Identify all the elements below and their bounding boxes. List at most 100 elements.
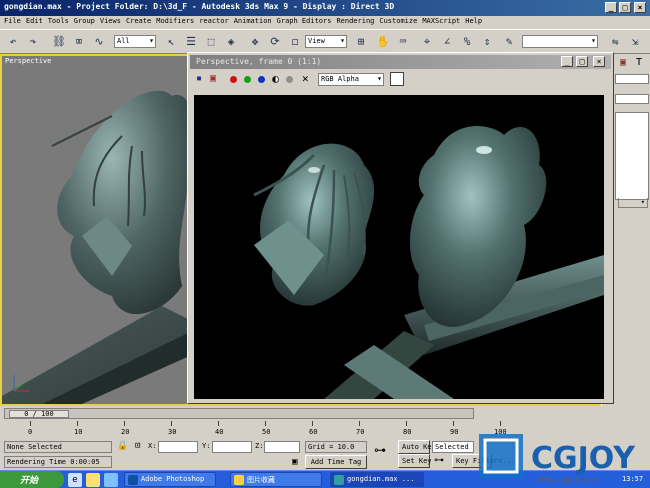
menu-animation[interactable]: Animation <box>234 17 272 28</box>
menu-file[interactable]: File <box>4 17 21 28</box>
modifier-list-dropdown[interactable] <box>615 94 649 104</box>
rotate-icon[interactable]: ⟳ <box>266 33 284 51</box>
viewport-label[interactable]: Perspective <box>5 57 51 65</box>
alpha-channel-icon[interactable] <box>272 76 279 83</box>
select-by-name-icon[interactable]: ☰ <box>182 33 200 51</box>
menu-modifiers[interactable]: Modifiers <box>156 17 194 28</box>
menu-maxscript[interactable]: MAXScript <box>422 17 460 28</box>
rendered-scene <box>253 126 604 399</box>
menu-tools[interactable]: Tools <box>48 17 69 28</box>
menu-customize[interactable]: Customize <box>379 17 417 28</box>
menu-views[interactable]: Views <box>100 17 121 28</box>
task-3dsmax[interactable]: gongdian.max ... <box>330 472 424 487</box>
tick-label: 70 <box>356 428 365 436</box>
spinner-snap-icon[interactable]: ⇕ <box>478 33 496 51</box>
selection-filter-dropdown[interactable]: All <box>114 35 156 48</box>
key-mode-icon[interactable]: ⊶ <box>374 443 386 457</box>
ref-coord-dropdown[interactable]: View <box>305 35 347 48</box>
tick-label: 50 <box>262 428 271 436</box>
task-picture-folder[interactable]: 图片收藏 <box>230 472 322 487</box>
display-icon[interactable]: ▣ <box>616 56 630 70</box>
menu-graph-editors[interactable]: Graph Editors <box>277 17 332 28</box>
lock-icon[interactable]: 🔒 <box>117 441 128 451</box>
menu-rendering[interactable]: Rendering <box>336 17 374 28</box>
x-coordinate-field[interactable] <box>158 441 198 453</box>
red-channel-icon[interactable] <box>230 76 237 83</box>
channel-dropdown[interactable]: RGB Alpha <box>318 73 384 86</box>
selection-region-icon[interactable]: ⬚ <box>202 33 220 51</box>
menu-help[interactable]: Help <box>465 17 482 28</box>
time-tag-icon: ▣ <box>292 457 298 467</box>
auto-key-button[interactable]: Auto Key <box>398 440 436 454</box>
green-channel-icon[interactable] <box>244 76 251 83</box>
menu-bar: File Edit Tools Group Views Create Modif… <box>0 16 650 29</box>
folder-quicklaunch-icon[interactable] <box>86 473 100 487</box>
photoshop-icon <box>128 475 138 485</box>
blue-channel-icon[interactable] <box>258 76 265 83</box>
unlink-icon[interactable]: ⌧ <box>70 33 88 51</box>
absolute-mode-icon[interactable]: ⊡ <box>135 441 140 451</box>
named-selection-sets-dropdown[interactable] <box>522 35 598 48</box>
time-slider[interactable]: 0 / 100 <box>4 408 474 419</box>
window-crossing-icon[interactable]: ◈ <box>222 33 240 51</box>
task-label: gongdian.max ... <box>347 475 415 483</box>
snaps-toggle-icon[interactable]: ⌖ <box>418 33 436 51</box>
menu-create[interactable]: Create <box>126 17 151 28</box>
bind-space-warp-icon[interactable]: ∿ <box>90 33 108 51</box>
named-selection-icon[interactable]: ✎ <box>500 33 518 51</box>
object-name-field[interactable] <box>615 74 649 84</box>
select-manipulate-icon[interactable]: ✋ <box>374 33 392 51</box>
select-object-icon[interactable]: ↖ <box>162 33 180 51</box>
redo-icon[interactable]: ↷ <box>24 33 42 51</box>
set-key-button[interactable]: Set Key <box>398 454 432 468</box>
rfw-minimize-button[interactable]: _ <box>561 56 573 67</box>
undo-icon[interactable]: ↶ <box>4 33 22 51</box>
move-icon[interactable]: ✥ <box>246 33 264 51</box>
start-label: 开始 <box>20 476 39 486</box>
clear-icon[interactable]: ✕ <box>302 72 309 86</box>
modifier-stack-list[interactable] <box>615 112 649 200</box>
angle-snap-icon[interactable]: ∠ <box>438 33 456 51</box>
stack-scroll-arrow-icon[interactable]: ▾ <box>618 198 648 208</box>
close-button[interactable]: × <box>634 2 646 13</box>
utilities-icon[interactable]: T <box>632 56 646 70</box>
y-coordinate-field[interactable] <box>212 441 252 453</box>
start-button[interactable]: 开始 <box>0 471 64 488</box>
rfw-maximize-button[interactable]: □ <box>576 56 588 67</box>
menu-edit[interactable]: Edit <box>26 17 43 28</box>
rendered-frame-title: Perspective, frame 0 (1:1) <box>196 57 322 66</box>
add-time-tag-button[interactable]: Add Time Tag <box>305 455 367 469</box>
clone-frame-icon[interactable]: ▣ <box>210 73 222 85</box>
time-slider-thumb[interactable]: 0 / 100 <box>9 410 69 418</box>
set-keys-icon[interactable]: ⊶ <box>434 454 448 468</box>
track-bar[interactable]: 0 10 20 30 40 50 60 70 80 90 100 <box>4 421 507 439</box>
title-bar: gongdian.max - Project Folder: D:\3d_F -… <box>0 0 650 16</box>
z-label: Z: <box>255 442 264 450</box>
z-coordinate-field[interactable] <box>264 441 300 453</box>
color-swatch[interactable] <box>390 72 404 86</box>
rendered-frame-window[interactable]: Perspective, frame 0 (1:1) _ □ × ▪ ▣ ✕ R… <box>187 52 614 404</box>
axis-tripod-icon <box>13 375 30 392</box>
save-bitmap-icon[interactable]: ▪ <box>196 73 208 85</box>
task-photoshop[interactable]: Adobe Photoshop <box>124 472 216 487</box>
ie-quicklaunch-icon[interactable]: e <box>68 473 82 487</box>
tick-label: 20 <box>121 428 130 436</box>
menu-group[interactable]: Group <box>74 17 95 28</box>
keyboard-shortcut-icon[interactable]: ⌨ <box>394 33 412 51</box>
rendered-frame-title-bar[interactable]: Perspective, frame 0 (1:1) <box>190 55 611 69</box>
menu-reactor[interactable]: reactor <box>199 17 229 28</box>
pivot-icon[interactable]: ⊞ <box>352 33 370 51</box>
minimize-button[interactable]: _ <box>605 2 617 13</box>
monochrome-icon[interactable] <box>286 76 293 83</box>
tick-label: 90 <box>450 428 459 436</box>
align-icon[interactable]: ⇲ <box>626 33 644 51</box>
percent-snap-icon[interactable]: % <box>458 33 476 51</box>
rfw-close-button[interactable]: × <box>593 56 605 67</box>
select-link-icon[interactable]: ⛓ <box>50 33 68 51</box>
scale-icon[interactable]: ◻ <box>286 33 304 51</box>
desktop-quicklaunch-icon[interactable] <box>104 473 118 487</box>
selection-status: None Selected <box>4 441 112 453</box>
mirror-icon[interactable]: ⇋ <box>606 33 624 51</box>
maximize-button[interactable]: □ <box>619 2 631 13</box>
selected-dropdown[interactable]: Selected <box>432 441 474 453</box>
